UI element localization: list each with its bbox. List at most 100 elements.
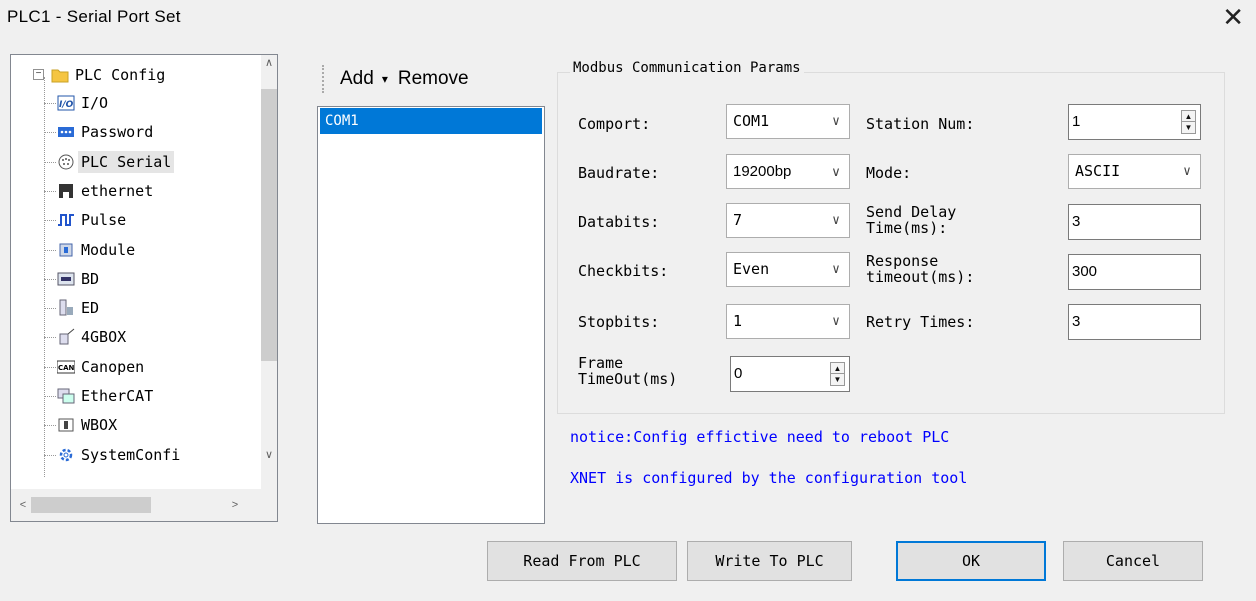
- wbox-icon: [57, 416, 75, 434]
- send-delay-label: Send Delay Time(ms):: [866, 204, 956, 236]
- retry-times-input[interactable]: 3: [1068, 304, 1201, 340]
- scroll-right-icon[interactable]: >: [227, 497, 243, 514]
- tree-label: ED: [81, 299, 100, 317]
- baudrate-select[interactable]: 19200bp ∨: [726, 154, 850, 189]
- comport-label: Comport:: [578, 115, 651, 133]
- scroll-thumb[interactable]: [31, 497, 151, 513]
- tree-item-ethernet[interactable]: ethernet: [57, 177, 156, 205]
- checkbits-value: Even: [733, 260, 770, 278]
- baudrate-value: 19200bp: [733, 163, 792, 180]
- close-icon[interactable]: ✕: [1222, 2, 1244, 32]
- tree-item-module[interactable]: Module: [57, 236, 138, 264]
- tree-item-canopen[interactable]: CAN Canopen: [57, 353, 147, 381]
- checkbits-select[interactable]: Even ∨: [726, 252, 850, 287]
- write-to-plc-button[interactable]: Write To PLC: [687, 541, 852, 581]
- tree-label: PLC Serial: [78, 151, 175, 173]
- tree-item-4gbox[interactable]: 4GBOX: [57, 323, 129, 351]
- tree-label: WBOX: [81, 416, 118, 434]
- port-list[interactable]: COM1: [317, 106, 545, 524]
- stopbits-label: Stopbits:: [578, 313, 660, 331]
- retry-times-label: Retry Times:: [866, 313, 975, 331]
- io-icon: I/O: [57, 94, 75, 112]
- cancel-button[interactable]: Cancel: [1063, 541, 1203, 581]
- spin-up-icon[interactable]: ▲: [1182, 111, 1195, 122]
- config-tree[interactable]: − PLC Config I/O I/O Password PLC Serial eth…: [10, 54, 278, 522]
- tree-vertical-scrollbar[interactable]: ∧ ∨: [261, 55, 277, 489]
- window-title: PLC1 - Serial Port Set: [7, 7, 181, 26]
- collapse-icon[interactable]: −: [33, 69, 44, 80]
- ethernet-icon: [57, 182, 75, 200]
- tree-label: 4GBOX: [81, 328, 127, 346]
- frame-timeout-value: 0: [734, 365, 743, 382]
- gear-icon: [57, 446, 75, 464]
- stopbits-select[interactable]: 1 ∨: [726, 304, 850, 339]
- response-timeout-input[interactable]: 300: [1068, 254, 1201, 290]
- spin-buttons[interactable]: ▲ ▼: [830, 362, 845, 386]
- chevron-down-icon[interactable]: ▾: [382, 72, 388, 86]
- scroll-down-icon[interactable]: ∨: [261, 447, 277, 464]
- scroll-left-icon[interactable]: <: [15, 497, 31, 514]
- spin-up-icon[interactable]: ▲: [831, 363, 844, 374]
- spin-down-icon[interactable]: ▼: [831, 374, 844, 385]
- station-num-stepper[interactable]: 1 ▲ ▼: [1068, 104, 1201, 140]
- tree-label: I/O: [81, 94, 109, 112]
- tree-label: Password: [81, 123, 154, 141]
- tree-label: ethernet: [81, 182, 154, 200]
- tree-horizontal-scrollbar[interactable]: < >: [11, 489, 263, 521]
- svg-text:I/O: I/O: [59, 100, 74, 110]
- tree-label: EtherCAT: [81, 387, 154, 405]
- remove-button[interactable]: Remove: [398, 68, 469, 90]
- spin-buttons[interactable]: ▲ ▼: [1181, 110, 1196, 134]
- bd-icon: [57, 270, 75, 288]
- ok-button[interactable]: OK: [896, 541, 1046, 581]
- mode-label: Mode:: [866, 164, 912, 182]
- tree-item-pulse[interactable]: Pulse: [57, 206, 129, 234]
- label-line: Frame: [578, 354, 624, 372]
- label-line: timeout(ms):: [866, 268, 975, 286]
- tree-item-ethercat[interactable]: EtherCAT: [57, 382, 156, 410]
- mode-select[interactable]: ASCII ∨: [1068, 154, 1201, 189]
- station-num-value: 1: [1072, 113, 1081, 130]
- list-item[interactable]: COM1: [320, 108, 542, 134]
- group-title: Modbus Communication Params: [570, 60, 804, 76]
- send-delay-input[interactable]: 3: [1068, 204, 1201, 240]
- scroll-thumb[interactable]: [261, 89, 277, 361]
- chevron-down-icon: ∨: [1183, 164, 1191, 179]
- databits-label: Databits:: [578, 213, 660, 231]
- tree-item-io[interactable]: I/O I/O: [57, 89, 111, 117]
- scroll-up-icon[interactable]: ∧: [261, 55, 277, 72]
- password-icon: [57, 123, 75, 141]
- tree-item-password[interactable]: Password: [57, 118, 156, 146]
- retry-times-value: 3: [1072, 313, 1081, 330]
- serial-port-icon: [57, 153, 75, 171]
- databits-value: 7: [733, 211, 743, 229]
- tree-item-wbox[interactable]: WBOX: [57, 411, 120, 439]
- comport-value: COM1: [733, 112, 770, 130]
- baudrate-label: Baudrate:: [578, 164, 660, 182]
- reboot-notice: notice:Config effictive need to reboot P…: [570, 428, 950, 446]
- tree-item-systemconfig[interactable]: SystemConfi: [57, 441, 183, 469]
- tree-item-bd[interactable]: BD: [57, 265, 102, 293]
- databits-select[interactable]: 7 ∨: [726, 203, 850, 238]
- send-delay-value: 3: [1072, 213, 1081, 230]
- chevron-down-icon: ∨: [832, 262, 840, 277]
- add-button[interactable]: Add: [340, 68, 374, 90]
- label-line: Response: [866, 252, 939, 270]
- checkbits-label: Checkbits:: [578, 262, 669, 280]
- tree-label: SystemConfi: [81, 446, 181, 464]
- tree-label: Module: [81, 241, 136, 259]
- frame-timeout-stepper[interactable]: 0 ▲ ▼: [730, 356, 850, 392]
- comport-select[interactable]: COM1 ∨: [726, 104, 850, 139]
- canopen-icon: CAN: [57, 358, 75, 376]
- tree-root-plc-config[interactable]: PLC Config: [51, 61, 168, 89]
- label-line: Send Delay: [866, 203, 957, 221]
- pulse-icon: [57, 211, 75, 229]
- tree-item-ed[interactable]: ED: [57, 294, 102, 322]
- response-timeout-value: 300: [1072, 263, 1098, 280]
- tree-item-plc-serial[interactable]: PLC Serial: [57, 148, 175, 176]
- xnet-notice: XNET is configured by the configuration …: [570, 469, 968, 487]
- read-from-plc-button[interactable]: Read From PLC: [487, 541, 677, 581]
- spin-down-icon[interactable]: ▼: [1182, 122, 1195, 133]
- station-num-label: Station Num:: [866, 115, 975, 133]
- svg-text:CAN: CAN: [58, 364, 75, 372]
